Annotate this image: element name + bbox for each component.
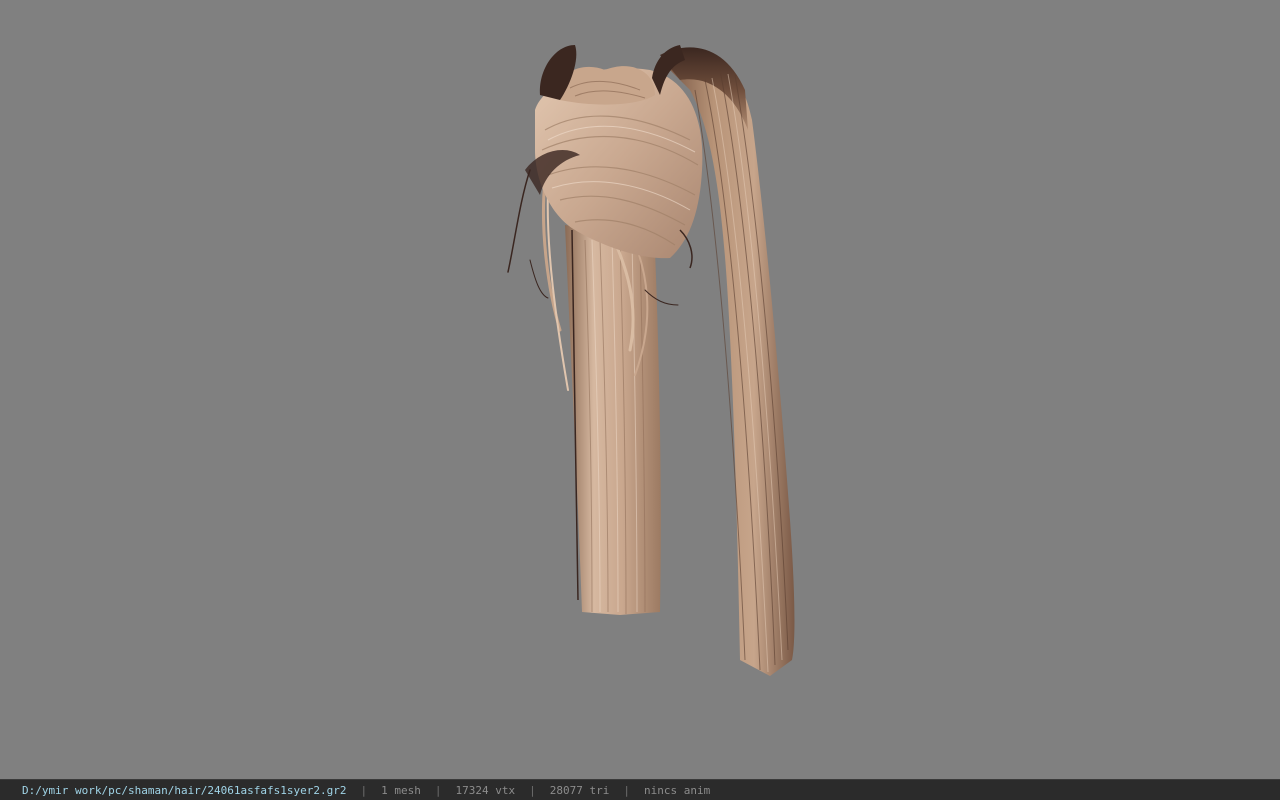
triangle-count-label: 28077 tri — [549, 783, 610, 797]
3d-viewport[interactable] — [0, 0, 1280, 779]
hair-bun — [560, 66, 655, 105]
status-separator: | — [360, 783, 368, 797]
hair-model-render — [507, 45, 795, 676]
status-separator: | — [434, 783, 442, 797]
mesh-count-label: 1 mesh — [381, 783, 421, 797]
file-path-label: D:/ymir work/pc/shaman/hair/24061asfafs1… — [22, 783, 347, 797]
status-separator: | — [529, 783, 536, 797]
status-separator: | — [623, 783, 630, 797]
vertex-count-label: 17324 vtx — [455, 783, 516, 797]
animation-status-label: nincs anim — [643, 783, 711, 797]
status-bar: D:/ymir work/pc/shaman/hair/24061asfafs1… — [0, 779, 1280, 800]
